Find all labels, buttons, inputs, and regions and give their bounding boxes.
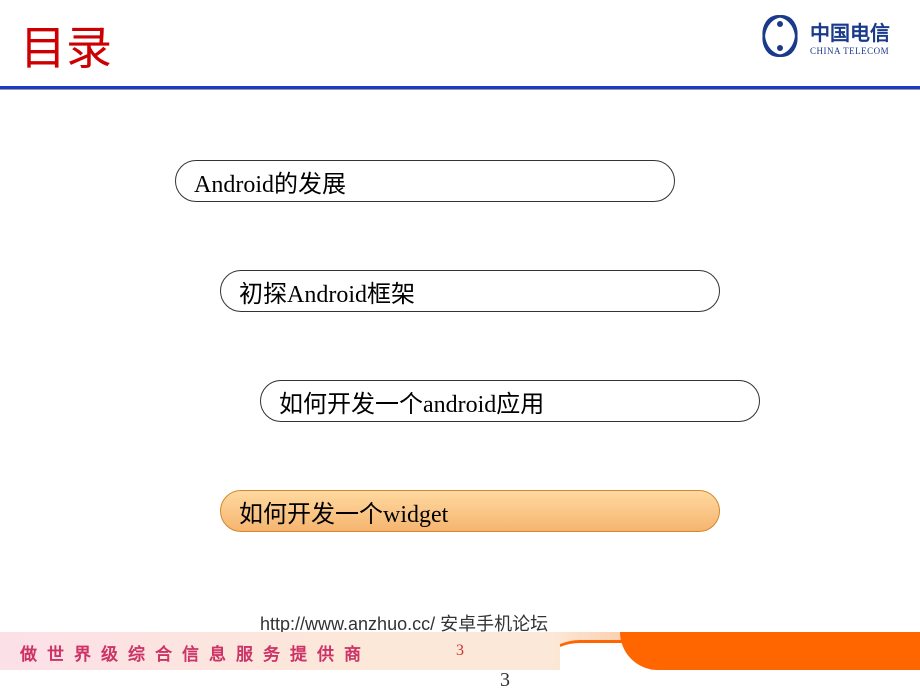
slide-header: 目录 中国电信 CHINA TELECOM xyxy=(0,0,920,86)
toc-item-widget-dev: 如何开发一个widget xyxy=(220,490,720,532)
toc-item-label: Android的发展 xyxy=(194,164,346,199)
brand-name-cn: 中国电信 xyxy=(810,17,890,46)
toc-item-android-framework: 初探Android框架 xyxy=(220,270,720,312)
footer-slogan: 做世界级综合信息服务提供商 xyxy=(20,640,371,665)
toc-item-android-history: Android的发展 xyxy=(175,160,675,202)
toc-item-label: 如何开发一个android应用 xyxy=(279,384,544,419)
toc-item-label: 如何开发一个widget xyxy=(239,494,448,529)
brand-name-en: CHINA TELECOM xyxy=(810,46,890,56)
brand-logo: 中国电信 CHINA TELECOM xyxy=(756,12,890,60)
slide-footer: 做世界级综合信息服务提供商 3 xyxy=(0,632,920,670)
slide-content: Android的发展 初探Android框架 如何开发一个android应用 如… xyxy=(0,90,920,150)
page-title: 目录 xyxy=(20,12,112,78)
page-number: 3 xyxy=(456,642,464,660)
page-number-alt: 3 xyxy=(500,669,510,692)
china-telecom-icon xyxy=(756,12,804,60)
brand-text: 中国电信 CHINA TELECOM xyxy=(810,17,890,56)
toc-item-label: 初探Android框架 xyxy=(239,274,415,309)
footer-curve-decoration xyxy=(560,632,920,670)
toc-item-android-app-dev: 如何开发一个android应用 xyxy=(260,380,760,422)
